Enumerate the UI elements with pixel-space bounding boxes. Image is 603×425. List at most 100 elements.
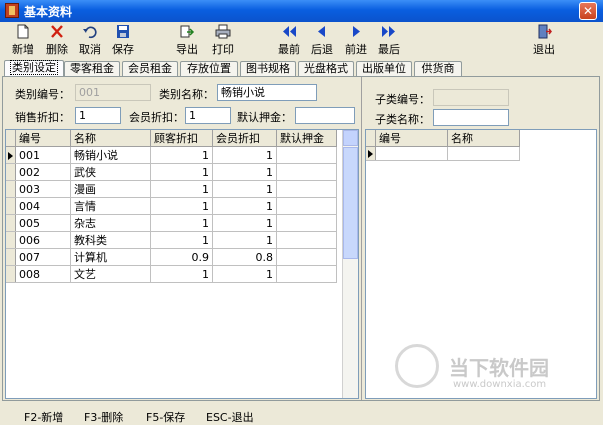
cancel-button[interactable]: 取消 bbox=[73, 24, 107, 58]
cell-member-discount[interactable]: 1 bbox=[212, 231, 277, 249]
sale-discount-field[interactable]: 1 bbox=[75, 107, 121, 124]
last-record-button[interactable]: 最后 bbox=[372, 24, 406, 58]
sub-name-label: 子类名称： bbox=[375, 113, 430, 126]
column-header[interactable]: 默认押金 bbox=[276, 130, 337, 147]
tab-book-spec[interactable]: 图书规格 bbox=[240, 61, 296, 76]
table-row[interactable]: 005 杂志 1 1 bbox=[6, 214, 337, 232]
category-no-label: 类别编号： bbox=[15, 88, 70, 101]
cell-name[interactable] bbox=[447, 146, 520, 161]
table-row[interactable]: 007 计算机 0.9 0.8 bbox=[6, 248, 337, 266]
cell-deposit[interactable] bbox=[276, 231, 337, 249]
tab-member-rent[interactable]: 会员租金 bbox=[122, 61, 178, 76]
cell-deposit[interactable] bbox=[276, 214, 337, 232]
table-row[interactable]: 002 武侠 1 1 bbox=[6, 163, 337, 181]
cell-name[interactable]: 杂志 bbox=[70, 214, 151, 232]
cell-name[interactable]: 畅销小说 bbox=[70, 146, 151, 164]
watermark: 当下软件园 www.downxia.com bbox=[395, 344, 549, 390]
print-button[interactable]: 打印 bbox=[206, 24, 240, 58]
tab-category-settings[interactable]: 类别设定 bbox=[4, 60, 64, 77]
category-header-row: 编号 名称 顾客折扣 会员折扣 默认押金 bbox=[6, 130, 337, 147]
tab-supplier[interactable]: 供货商 bbox=[414, 61, 462, 76]
cell-customer-discount[interactable]: 1 bbox=[150, 180, 213, 198]
category-grid[interactable]: 编号 名称 顾客折扣 会员折扣 默认押金 001 畅销小说 1 1 002 武侠… bbox=[5, 129, 359, 399]
cell-member-discount[interactable]: 1 bbox=[212, 163, 277, 181]
column-header[interactable]: 会员折扣 bbox=[212, 130, 277, 147]
cell-customer-discount[interactable]: 1 bbox=[150, 146, 213, 164]
cell-customer-discount[interactable]: 0.9 bbox=[150, 248, 213, 266]
cell-member-discount[interactable]: 1 bbox=[212, 180, 277, 198]
cell-deposit[interactable] bbox=[276, 248, 337, 266]
cell-id[interactable]: 007 bbox=[15, 248, 71, 266]
cell-id[interactable]: 004 bbox=[15, 197, 71, 215]
table-row[interactable]: 004 言情 1 1 bbox=[6, 197, 337, 215]
cell-id[interactable]: 005 bbox=[15, 214, 71, 232]
cell-deposit[interactable] bbox=[276, 197, 337, 215]
current-row-arrow-icon bbox=[8, 151, 13, 160]
cell-id[interactable]: 002 bbox=[15, 163, 71, 181]
cell-member-discount[interactable]: 1 bbox=[212, 214, 277, 232]
category-no-field[interactable]: 001 bbox=[75, 84, 151, 101]
cell-member-discount[interactable]: 1 bbox=[212, 265, 277, 283]
category-name-label: 类别名称： bbox=[159, 88, 214, 101]
next-record-button[interactable]: 前进 bbox=[339, 24, 373, 58]
close-button[interactable]: ✕ bbox=[579, 2, 597, 20]
app-icon bbox=[5, 3, 19, 18]
sub-no-label: 子类编号： bbox=[375, 93, 430, 106]
cell-customer-discount[interactable]: 1 bbox=[150, 265, 213, 283]
column-header[interactable]: 编号 bbox=[375, 130, 448, 147]
cell-name[interactable]: 计算机 bbox=[70, 248, 151, 266]
cell-member-discount[interactable]: 1 bbox=[212, 197, 277, 215]
cell-customer-discount[interactable]: 1 bbox=[150, 163, 213, 181]
exit-button[interactable]: 退出 bbox=[527, 24, 561, 58]
table-row[interactable]: 003 漫画 1 1 bbox=[6, 180, 337, 198]
cell-id[interactable]: 001 bbox=[15, 146, 71, 164]
tab-publisher[interactable]: 出版单位 bbox=[356, 61, 412, 76]
cell-customer-discount[interactable]: 1 bbox=[150, 231, 213, 249]
subcategory-table: 编号 名称 bbox=[366, 130, 520, 161]
exit-door-icon bbox=[538, 24, 552, 39]
sub-name-field[interactable] bbox=[433, 109, 509, 126]
cell-deposit[interactable] bbox=[276, 265, 337, 283]
tab-storage-location[interactable]: 存放位置 bbox=[180, 61, 238, 76]
cell-deposit[interactable] bbox=[276, 180, 337, 198]
cell-id[interactable]: 008 bbox=[15, 265, 71, 283]
cell-name[interactable]: 文艺 bbox=[70, 265, 151, 283]
table-row[interactable]: 001 畅销小说 1 1 bbox=[6, 146, 337, 164]
table-row[interactable]: 008 文艺 1 1 bbox=[6, 265, 337, 283]
cell-deposit[interactable] bbox=[276, 146, 337, 164]
scroll-thumb[interactable] bbox=[343, 147, 358, 259]
cell-name[interactable]: 漫画 bbox=[70, 180, 151, 198]
delete-button[interactable]: 删除 bbox=[40, 24, 74, 58]
column-header[interactable]: 名称 bbox=[70, 130, 151, 147]
new-button[interactable]: 新增 bbox=[6, 24, 40, 58]
cell-name[interactable]: 教科类 bbox=[70, 231, 151, 249]
prev-record-button[interactable]: 后退 bbox=[305, 24, 339, 58]
cell-id[interactable] bbox=[375, 146, 448, 161]
cell-customer-discount[interactable]: 1 bbox=[150, 214, 213, 232]
cell-id[interactable]: 003 bbox=[15, 180, 71, 198]
column-header[interactable]: 名称 bbox=[447, 130, 520, 147]
category-name-field[interactable]: 畅销小说 bbox=[217, 84, 317, 101]
cell-name[interactable]: 武侠 bbox=[70, 163, 151, 181]
column-header[interactable]: 编号 bbox=[15, 130, 71, 147]
tab-disc-format[interactable]: 光盘格式 bbox=[298, 61, 354, 76]
cell-member-discount[interactable]: 0.8 bbox=[212, 248, 277, 266]
table-row[interactable] bbox=[366, 146, 520, 161]
tab-walkin-rent[interactable]: 零客租金 bbox=[64, 61, 120, 76]
cell-deposit[interactable] bbox=[276, 163, 337, 181]
column-header[interactable]: 顾客折扣 bbox=[150, 130, 213, 147]
scroll-up-button[interactable] bbox=[343, 130, 358, 146]
printer-icon bbox=[215, 24, 231, 39]
cell-name[interactable]: 言情 bbox=[70, 197, 151, 215]
table-row[interactable]: 006 教科类 1 1 bbox=[6, 231, 337, 249]
cell-customer-discount[interactable]: 1 bbox=[150, 197, 213, 215]
save-button[interactable]: 保存 bbox=[106, 24, 140, 58]
member-discount-field[interactable]: 1 bbox=[185, 107, 231, 124]
sub-no-field[interactable] bbox=[433, 89, 509, 106]
cell-member-discount[interactable]: 1 bbox=[212, 146, 277, 164]
first-record-button[interactable]: 最前 bbox=[272, 24, 306, 58]
vertical-scrollbar[interactable] bbox=[342, 130, 358, 398]
cell-id[interactable]: 006 bbox=[15, 231, 71, 249]
default-deposit-field[interactable] bbox=[295, 107, 355, 124]
export-button[interactable]: 导出 bbox=[170, 24, 204, 58]
